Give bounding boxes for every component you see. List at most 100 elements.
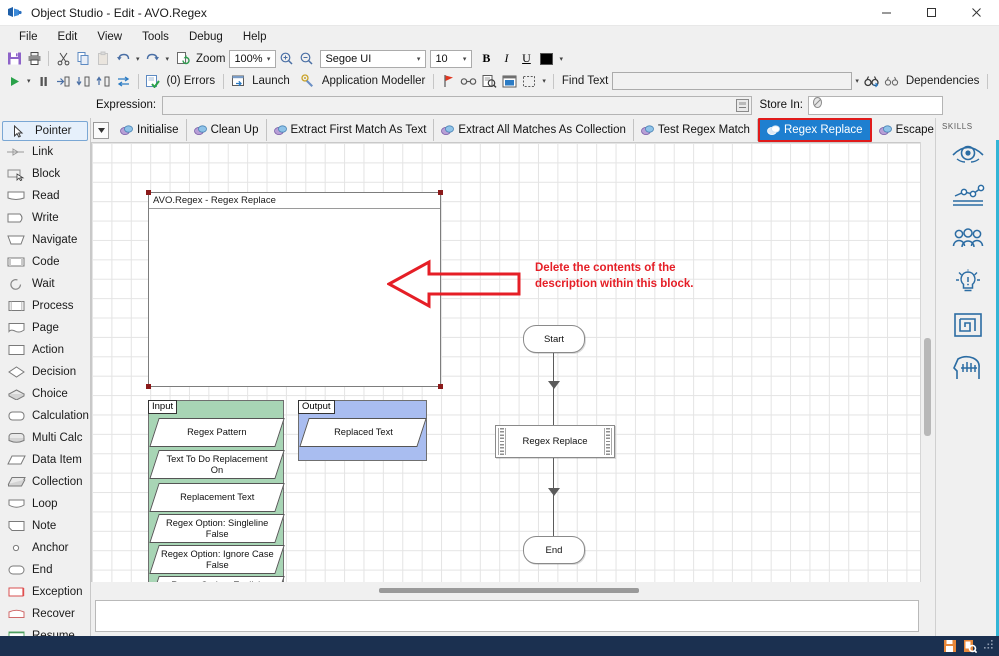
palette-item-code[interactable]: Code xyxy=(0,251,90,273)
palette-item-note[interactable]: Note xyxy=(0,515,90,537)
data-item-regex-pattern[interactable]: Regex Pattern xyxy=(149,418,284,447)
stage-regex-replace[interactable]: Regex Replace xyxy=(495,425,615,458)
resize-grip[interactable] xyxy=(983,637,994,655)
data-item-replaced-text[interactable]: Replaced Text xyxy=(299,418,426,447)
minimize-button[interactable] xyxy=(864,0,909,26)
menu-help[interactable]: Help xyxy=(233,29,277,45)
skill-collaboration-people-icon[interactable] xyxy=(945,217,991,260)
cut-button[interactable] xyxy=(53,49,73,69)
skill-planning-maze-icon[interactable] xyxy=(945,303,991,346)
skill-vision-eye-icon[interactable] xyxy=(945,131,991,174)
redo-button[interactable] xyxy=(143,49,163,69)
bold-button[interactable]: B xyxy=(476,49,496,69)
palette-item-pointer[interactable]: Pointer xyxy=(2,121,88,141)
palette-item-link[interactable]: Link xyxy=(0,141,90,163)
palette-item-anchor[interactable]: Anchor xyxy=(0,537,90,559)
process-canvas[interactable]: AVO.Regex - Regex Replace Delete the con… xyxy=(91,142,920,582)
skill-insight-lightbulb-icon[interactable] xyxy=(945,260,991,303)
step-out-button[interactable] xyxy=(94,71,114,91)
selection-handle-bl[interactable] xyxy=(146,384,151,389)
palette-item-collection[interactable]: Collection xyxy=(0,471,90,493)
dependencies-icon[interactable] xyxy=(882,71,902,91)
find-text-chevron-down-icon[interactable]: ▾ xyxy=(852,77,862,85)
undo-button[interactable] xyxy=(113,49,133,69)
tab-test-regex-match[interactable]: Test Regex Match xyxy=(634,119,758,141)
palette-item-dataitem[interactable]: Data Item xyxy=(0,449,90,471)
tab-clean-up[interactable]: Clean Up xyxy=(187,119,267,141)
refresh-button[interactable] xyxy=(172,49,192,69)
palette-item-process[interactable]: Process xyxy=(0,295,90,317)
application-modeller-label[interactable]: Application Modeller xyxy=(318,75,430,87)
application-modeller-icon[interactable] xyxy=(298,71,318,91)
palette-item-choice[interactable]: Choice xyxy=(0,383,90,405)
menu-debug[interactable]: Debug xyxy=(179,29,233,45)
palette-item-end[interactable]: End xyxy=(0,559,90,581)
canvas-vertical-scrollbar[interactable] xyxy=(920,142,935,582)
zoom-in-button[interactable] xyxy=(276,49,296,69)
tab-escape-text-for-use-in-regex[interactable]: Escape Text For Use In Regex xyxy=(872,119,935,141)
tab-overflow-chevron-down-icon[interactable] xyxy=(93,122,109,139)
font-family-combo[interactable]: Segoe UI ▾ xyxy=(320,50,426,68)
palette-item-page[interactable]: Page xyxy=(0,317,90,339)
canvas-horizontal-scrollbar[interactable] xyxy=(91,582,935,598)
marquee-chevron-down-icon[interactable]: ▾ xyxy=(539,77,549,85)
copy-button[interactable] xyxy=(73,49,93,69)
data-item-regex-option-ignore-case[interactable]: Regex Option: Ignore Case False xyxy=(149,545,284,574)
data-item-text-to-do-replacement-on[interactable]: Text To Do Replacement On xyxy=(149,450,284,479)
text-color-chevron-down-icon[interactable]: ▾ xyxy=(556,55,566,63)
maximize-button[interactable] xyxy=(909,0,954,26)
marquee-select-icon[interactable] xyxy=(519,71,539,91)
save-button[interactable] xyxy=(4,49,24,69)
store-in-input[interactable] xyxy=(808,96,943,115)
step-over-button[interactable] xyxy=(54,71,74,91)
canvas-horizontal-scrollbar-thumb[interactable] xyxy=(379,588,639,593)
tab-extract-first-match-as-text[interactable]: Extract First Match As Text xyxy=(267,119,435,141)
menu-edit[interactable]: Edit xyxy=(48,29,88,45)
panel-icon[interactable] xyxy=(499,71,519,91)
skill-knowledge-head-icon[interactable] xyxy=(945,346,991,389)
redo-dropdown-icon[interactable]: ▾ xyxy=(163,55,173,63)
description-block-body[interactable] xyxy=(149,209,440,215)
tab-initialise[interactable]: Initialise xyxy=(113,119,187,141)
zoom-combo[interactable]: 100% ▾ xyxy=(229,50,276,68)
palette-item-calculation[interactable]: Calculation xyxy=(0,405,90,427)
menu-view[interactable]: View xyxy=(87,29,132,45)
selection-handle-tl[interactable] xyxy=(146,190,151,195)
selection-handle-tr[interactable] xyxy=(438,190,443,195)
text-color-button[interactable] xyxy=(536,49,556,69)
italic-button[interactable]: I xyxy=(496,49,516,69)
step-into-button[interactable] xyxy=(74,71,94,91)
red-flag-icon[interactable] xyxy=(438,71,458,91)
skill-data-points-icon[interactable] xyxy=(945,174,991,217)
pause-button[interactable] xyxy=(34,71,54,91)
underline-button[interactable]: U xyxy=(516,49,536,69)
palette-item-resume[interactable]: Resume xyxy=(0,625,90,636)
reset-button[interactable] xyxy=(114,71,134,91)
inspect-icon[interactable] xyxy=(479,71,499,91)
palette-item-multicalc[interactable]: Multi Calc xyxy=(0,427,90,449)
zoom-out-button[interactable] xyxy=(296,49,316,69)
launch-label[interactable]: Launch xyxy=(248,75,294,87)
selection-handle-br[interactable] xyxy=(438,384,443,389)
print-button[interactable] xyxy=(24,49,44,69)
run-button[interactable] xyxy=(4,71,24,91)
output-panel-field[interactable] xyxy=(95,600,919,632)
palette-item-recover[interactable]: Recover xyxy=(0,603,90,625)
close-button[interactable] xyxy=(954,0,999,26)
font-size-combo[interactable]: 10 ▾ xyxy=(430,50,472,68)
save-status-icon[interactable] xyxy=(943,639,957,653)
menu-tools[interactable]: Tools xyxy=(132,29,179,45)
data-item-replacement-text[interactable]: Replacement Text xyxy=(149,483,284,512)
data-item-regex-option-singleline[interactable]: Regex Option: Singleline False xyxy=(149,514,284,543)
find-binoculars-icon[interactable] xyxy=(862,71,882,91)
palette-item-block[interactable]: Block xyxy=(0,163,90,185)
palette-item-exception[interactable]: Exception xyxy=(0,581,90,603)
search-status-icon[interactable] xyxy=(963,639,977,653)
palette-item-decision[interactable]: Decision xyxy=(0,361,90,383)
palette-item-navigate[interactable]: Navigate xyxy=(0,229,90,251)
launch-icon[interactable] xyxy=(228,71,248,91)
palette-item-loop[interactable]: Loop xyxy=(0,493,90,515)
tab-regex-replace[interactable]: Regex Replace xyxy=(758,118,872,142)
menu-file[interactable]: File xyxy=(9,29,48,45)
calculator-icon[interactable] xyxy=(736,99,749,112)
